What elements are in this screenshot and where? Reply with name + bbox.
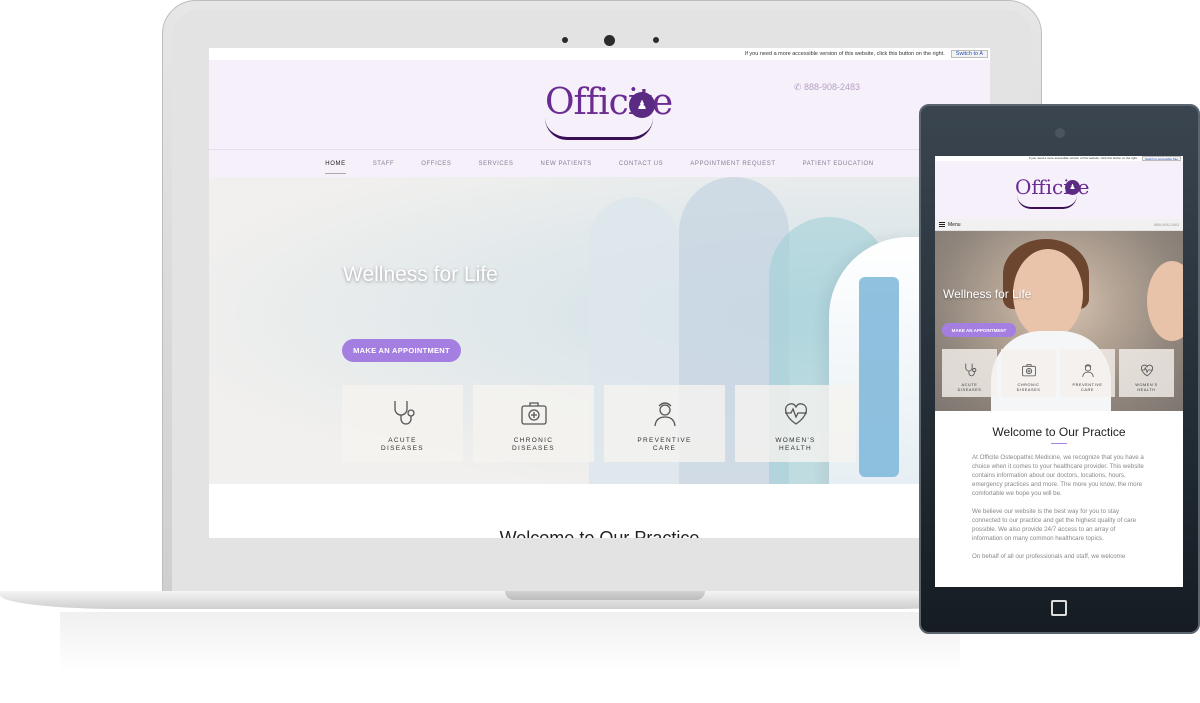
make-appointment-button[interactable]: MAKE AN APPOINTMENT (342, 339, 461, 362)
camera-icon (604, 35, 615, 46)
card-label: CHRONIC DISEASES (512, 437, 555, 452)
heading-underline (1051, 443, 1067, 444)
welcome-paragraph: On behalf of all our professionals and s… (972, 553, 1126, 560)
tablet-screen: If you need a more accessible version of… (935, 156, 1183, 587)
hero-banner: Wellness for Life MAKE AN APPOINTMENT AC… (209, 177, 990, 484)
header-phone[interactable]: ✆ 888-908-2483 (794, 82, 860, 93)
menu-label: Menu (948, 221, 961, 228)
accessibility-switch-button[interactable]: Switch to A (950, 50, 988, 58)
make-appointment-button[interactable]: MAKE AN APPOINTMENT (942, 323, 1016, 337)
card-womens-health[interactable]: WOMEN'S HEALTH (735, 385, 856, 462)
card-label: ACUTE DISEASES (957, 383, 982, 392)
medical-kit-icon (520, 402, 547, 425)
service-cards: ACUTE DISEASES CHRONIC DISEASES PREVENTIVE… (942, 349, 1174, 397)
site-header: Officite ♟ ✆ 888-908-2483 (209, 60, 990, 149)
doctor-logo-icon: ♟ (1065, 180, 1080, 195)
site-header: Officite ♟ (935, 161, 1183, 219)
card-preventive-care[interactable]: PREVENTIVE CARE (1060, 349, 1115, 397)
welcome-paragraph: At Officite Osteopathic Medicine, we rec… (972, 454, 1144, 497)
nav-offices[interactable]: OFFICES (421, 161, 451, 167)
hero-title: Wellness for Life (343, 263, 498, 286)
hero-photo-scrubs (859, 277, 899, 477)
card-label: PREVENTIVE CARE (1072, 383, 1103, 392)
logo-swoosh (1017, 195, 1077, 209)
nav-new-patients[interactable]: NEW PATIENTS (541, 161, 592, 167)
menu-button[interactable]: Menu (939, 222, 961, 228)
nurse-icon (653, 402, 676, 427)
medical-kit-icon (1021, 364, 1036, 377)
nav-staff[interactable]: STAFF (373, 161, 395, 167)
accessibility-bar: If you need a more accessible version of… (209, 48, 990, 60)
heart-pulse-icon (784, 403, 807, 425)
accessibility-notice: If you need a more accessible version of… (744, 51, 945, 57)
heart-pulse-icon (1140, 364, 1153, 377)
card-chronic-diseases[interactable]: CHRONIC DISEASES (473, 385, 594, 462)
main-nav: HOME STAFF OFFICES SERVICES NEW PATIENTS… (209, 149, 990, 177)
hero-title: Wellness for Life (943, 287, 1032, 301)
card-label: WOMEN'S HEALTH (1135, 383, 1158, 392)
header-phone[interactable]: 888-908-2483 (1154, 222, 1179, 227)
service-cards: ACUTE DISEASES CHRONIC DISEASES PREVENTIVE… (342, 385, 856, 462)
doctor-logo-icon: ♟ (629, 92, 655, 118)
card-womens-health[interactable]: WOMEN'S HEALTH (1119, 349, 1174, 397)
phone-number: 888-908-2483 (803, 82, 860, 92)
desktop-screen: If you need a more accessible version of… (209, 48, 990, 538)
phone-icon: ✆ (793, 82, 804, 92)
hamburger-icon (939, 222, 945, 227)
hero-photo-patient (1147, 261, 1183, 341)
card-label: PREVENTIVE CARE (637, 437, 692, 452)
stethoscope-icon (393, 401, 415, 425)
nav-services[interactable]: SERVICES (478, 161, 513, 167)
card-label: ACUTE DISEASES (381, 437, 424, 452)
welcome-heading: Welcome to Our Practice (992, 425, 1126, 439)
nav-contact-us[interactable]: CONTACT US (619, 161, 663, 167)
home-button-icon[interactable] (1051, 600, 1067, 616)
laptop-notch (505, 591, 705, 600)
card-acute-diseases[interactable]: ACUTE DISEASES (342, 385, 463, 462)
nav-patient-education[interactable]: PATIENT EDUCATION (803, 161, 874, 167)
card-chronic-diseases[interactable]: CHRONIC DISEASES (1001, 349, 1056, 397)
nurse-icon (1081, 364, 1094, 377)
card-acute-diseases[interactable]: ACUTE DISEASES (942, 349, 997, 397)
camera-icon (1055, 128, 1065, 138)
card-label: CHRONIC DISEASES (1016, 383, 1041, 392)
sensor-icon (653, 37, 659, 43)
nav-appointment-request[interactable]: APPOINTMENT REQUEST (690, 161, 775, 167)
card-preventive-care[interactable]: PREVENTIVE CARE (604, 385, 725, 462)
stethoscope-icon (964, 363, 976, 377)
logo-swoosh (545, 118, 653, 140)
card-label: WOMEN'S HEALTH (775, 437, 816, 452)
welcome-paragraph: We believe our website is the best way f… (972, 508, 1137, 542)
hero-banner: Wellness for Life MAKE AN APPOINTMENT AC… (935, 231, 1183, 411)
laptop-reflection (60, 612, 960, 672)
sensor-icon (562, 37, 568, 43)
mobile-nav-bar: Menu 888-908-2483 (935, 219, 1183, 231)
nav-home[interactable]: HOME (325, 161, 346, 174)
welcome-heading: Welcome to Our Practice (499, 528, 700, 538)
